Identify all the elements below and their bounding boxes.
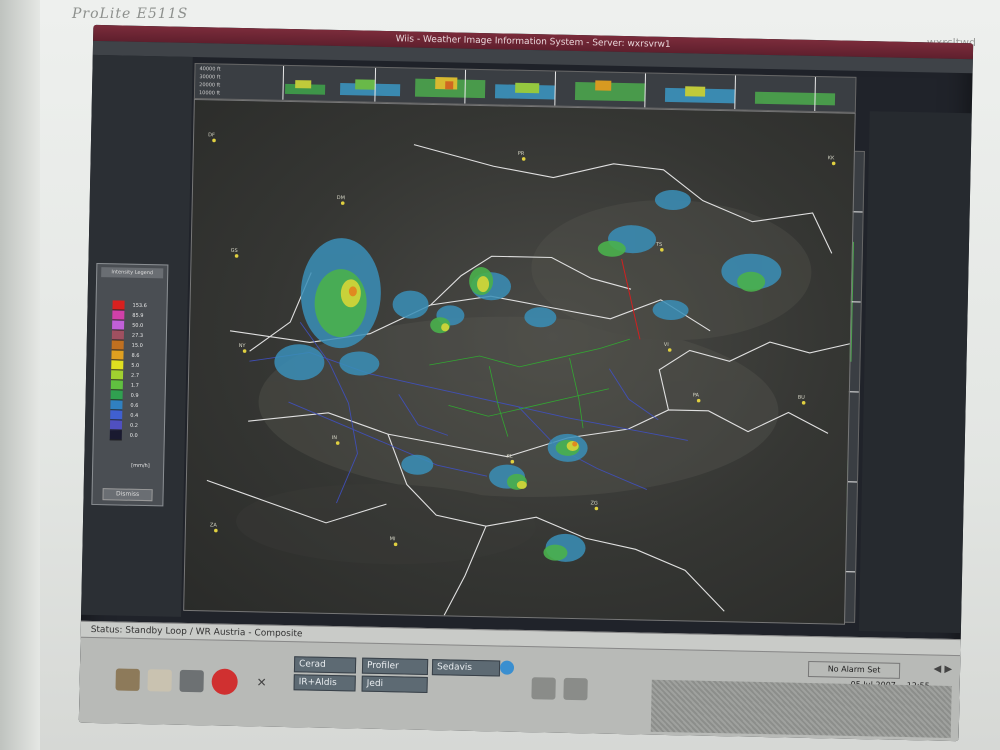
city-label: PA [693, 392, 700, 398]
legend-value: 27.3 [131, 332, 144, 339]
legend-color-swatch [111, 350, 124, 361]
legend-color-swatch [110, 400, 123, 411]
city-label: GS [231, 248, 238, 254]
legend-color-swatch [112, 310, 125, 321]
city-label: KK [828, 155, 835, 161]
legend-color-swatch [111, 340, 124, 351]
legend-value: 1.7 [130, 382, 139, 389]
monitor-bezel-edge [0, 0, 40, 750]
legend-value: 0.9 [130, 392, 139, 399]
legend-value: 15.0 [131, 342, 143, 349]
legend-title: Intensity Legend [101, 267, 164, 279]
legend-value: 0.0 [129, 432, 138, 439]
ir-aldis-button[interactable]: IR+Aldis [293, 674, 356, 692]
legend-color-swatch [109, 430, 122, 441]
legend-color-swatch [109, 420, 123, 431]
folder-icon[interactable] [115, 668, 140, 691]
city-label: PR [518, 151, 525, 157]
sedavis-button[interactable]: Sedavis [431, 659, 501, 677]
city-label: ZG [590, 500, 598, 506]
globe-icon[interactable] [499, 660, 515, 675]
taskbar: ✕ Cerad Profiler Sedavis IR+Aldis Jedi N… [78, 636, 961, 742]
emergency-icon[interactable] [211, 668, 238, 696]
legend-value: 85.9 [132, 312, 144, 319]
legend-values: 153.6 85.9 50.0 27.3 15.0 8.6 5.0 2.7 1.7 0.9 0.6 0… [130, 301, 147, 441]
nav-arrows-icon[interactable]: ◀ ▶ [933, 664, 952, 675]
city-label: DM [337, 195, 345, 201]
legend-value: 2.7 [131, 372, 140, 379]
altitude-label: 30000 ft [199, 74, 221, 81]
tools-icon[interactable]: ✕ [249, 671, 273, 693]
computer-icon[interactable] [179, 669, 204, 693]
document-icon[interactable] [147, 669, 172, 692]
city-label: BU [798, 395, 806, 401]
right-panel [858, 111, 972, 634]
radar-map-drawing: DF PR KK DM GS TS NY PA BU VI IN KL ZG Z… [206, 132, 851, 616]
legend-color-swatch [110, 370, 124, 381]
profiler-button[interactable]: Profiler [361, 657, 429, 676]
city-label: MI [390, 536, 396, 542]
legend-color-swatch [111, 330, 125, 341]
printer-icon[interactable] [531, 677, 556, 700]
menu-item[interactable] [101, 43, 104, 52]
city-label: KL [506, 454, 512, 460]
legend-color-swatch [111, 360, 124, 371]
monitor-brand: ProLite E511S [72, 6, 189, 22]
legend-color-swatch [112, 300, 125, 311]
legend-value: 0.2 [129, 422, 139, 429]
alarm-status: No Alarm Set [807, 660, 901, 679]
legend-color-scale [109, 300, 125, 441]
intensity-legend[interactable]: Intensity Legend 153.6 85.9 50.0 27.3 15.0 8.… [91, 262, 169, 507]
legend-value: 5.0 [131, 362, 140, 369]
city-label: NY [239, 343, 247, 349]
legend-unit: [mm/h] [131, 462, 150, 470]
screen: Wiis - Weather Image Information System … [78, 24, 974, 742]
legend-color-swatch [112, 320, 125, 331]
recycle-icon[interactable] [563, 677, 588, 701]
city-label: VI [664, 342, 669, 348]
city-label: TS [655, 242, 662, 248]
jedi-button[interactable]: Jedi [361, 675, 428, 694]
altitude-label: 20000 ft [199, 82, 221, 89]
legend-value: 0.4 [130, 412, 139, 419]
legend-value: 50.0 [132, 322, 144, 329]
legend-value: 153.6 [132, 302, 147, 310]
legend-color-swatch [110, 380, 123, 391]
city-label: DF [208, 132, 215, 138]
cerad-button[interactable]: Cerad [293, 656, 357, 674]
legend-color-swatch [110, 410, 123, 421]
legend-value: 8.6 [131, 352, 140, 359]
city-label: ZA [210, 522, 218, 528]
city-label: IN [332, 435, 338, 441]
legend-color-swatch [110, 390, 123, 401]
legend-dismiss-button[interactable]: Dismiss [102, 488, 153, 502]
taskbar-pattern [650, 679, 952, 738]
legend-value: 0.6 [130, 402, 139, 409]
altitude-label: 40000 ft [199, 66, 221, 73]
radar-map[interactable]: DF PR KK DM GS TS NY PA BU VI IN KL ZG Z… [183, 98, 856, 625]
altitude-label: 10000 ft [198, 90, 221, 97]
